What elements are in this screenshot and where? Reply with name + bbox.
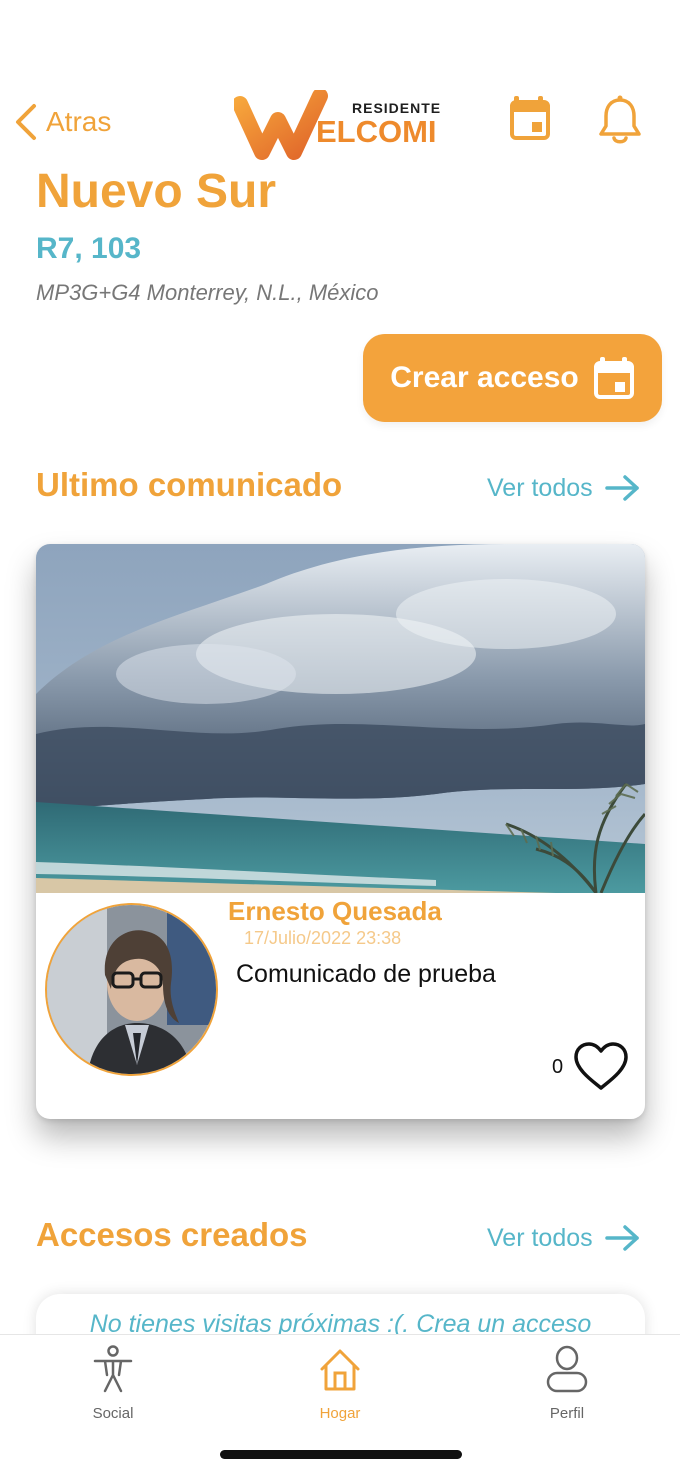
tab-home[interactable]: Hogar <box>280 1345 400 1425</box>
post-author: Ernesto Quesada <box>228 896 442 926</box>
announcement-photo <box>36 544 645 893</box>
see-all-access-link[interactable]: Ver todos <box>487 1218 641 1258</box>
notifications-button[interactable] <box>596 94 644 146</box>
calendar-icon <box>510 96 550 140</box>
back-button[interactable]: Atras <box>12 100 111 144</box>
post-text: Comunicado de prueba <box>236 960 496 988</box>
create-access-button[interactable]: Crear acceso <box>363 334 662 422</box>
access-created-title: Accesos creados <box>36 1216 308 1253</box>
logo-wordmark: ELCOMI <box>316 114 437 149</box>
arrow-right-icon <box>604 1225 639 1251</box>
see-all-label: Ver todos <box>487 473 593 502</box>
tab-label: Perfil <box>549 1405 585 1422</box>
home-icon <box>320 1349 360 1391</box>
person-accessibility-icon <box>93 1345 133 1393</box>
arrow-right-icon <box>604 475 639 501</box>
property-address: MP3G+G4 Monterrey, N.L., México <box>36 280 379 305</box>
calendar-icon <box>593 357 634 399</box>
post-date: 17/Julio/2022 23:38 <box>244 928 402 948</box>
like-count: 0 <box>552 1056 564 1078</box>
app-logo: RESIDENTE ELCOMI <box>234 90 444 162</box>
property-name: Nuevo Sur <box>36 165 277 218</box>
back-label: Atras <box>46 106 112 137</box>
create-access-label: Crear acceso <box>390 361 579 394</box>
heart-icon <box>574 1042 628 1090</box>
announcement-card[interactable]: Ernesto Quesada 17/Julio/2022 23:38 Comu… <box>36 544 645 1119</box>
see-all-label: Ver todos <box>487 1223 593 1252</box>
tab-label: Hogar <box>319 1405 361 1422</box>
user-icon <box>546 1345 588 1393</box>
like-button[interactable] <box>572 1040 630 1092</box>
calendar-button[interactable] <box>508 94 556 144</box>
tab-social[interactable]: Social <box>53 1345 173 1425</box>
tab-profile[interactable]: Perfil <box>507 1345 627 1425</box>
bell-icon <box>599 95 641 144</box>
home-indicator <box>220 1450 462 1459</box>
chevron-left-icon <box>16 104 36 140</box>
unit-number: R7, 103 <box>36 232 142 265</box>
see-all-announcements-link[interactable]: Ver todos <box>487 468 641 508</box>
author-avatar <box>45 903 218 1076</box>
top-header: Atras RESIDENTE ELCOMI <box>0 80 680 170</box>
last-announcement-title: Ultimo comunicado <box>36 466 343 503</box>
tab-label: Social <box>92 1405 134 1422</box>
